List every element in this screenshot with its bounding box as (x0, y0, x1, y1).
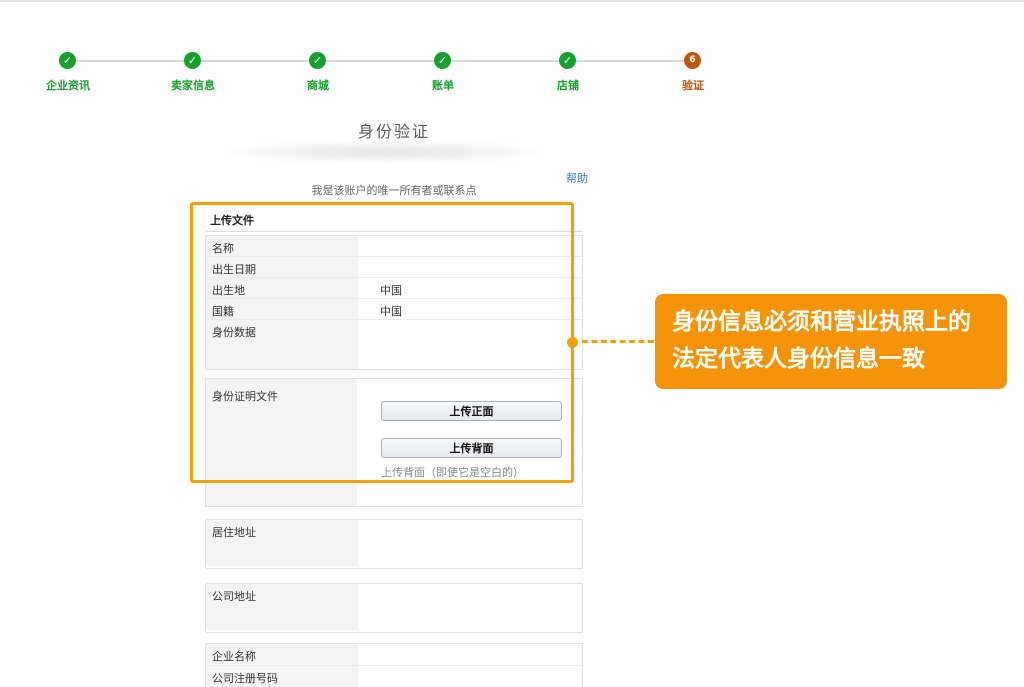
table-row: 公司注册号码 (206, 666, 582, 687)
upload-files-section-header: 上传文件 (205, 206, 583, 232)
field-value-company-registration-number (358, 666, 582, 687)
step-label-marketplace: 商城 (273, 77, 363, 93)
blurred-subtitle (228, 142, 544, 162)
field-label-company-name: 企业名称 (206, 644, 358, 665)
field-label-company-address: 公司地址 (206, 584, 358, 630)
upload-back-note: 上传背面（即使它是空白的） (381, 464, 524, 480)
step-6-number-badge[interactable]: 6 (684, 52, 701, 69)
check-icon: ✓ (188, 54, 197, 67)
step-number: 6 (689, 55, 695, 65)
callout-anchor-dot (567, 337, 578, 348)
step-label-seller-info: 卖家信息 (148, 77, 238, 93)
step-5-check-icon[interactable]: ✓ (559, 52, 576, 69)
field-label-residential-address: 居住地址 (206, 520, 358, 566)
field-value-residential-address (358, 520, 582, 566)
step-label-business-info: 企业资讯 (23, 77, 113, 93)
field-label-birthplace: 出生地 (206, 278, 358, 298)
callout-line-2: 法定代表人身份信息一致 (672, 341, 1007, 378)
identity-match-callout: 身份信息必须和营业执照上的 法定代表人身份信息一致 (655, 294, 1007, 389)
upload-front-button[interactable]: 上传正面 (381, 401, 562, 421)
sole-owner-caption: 我是该账户的唯一所有者或联系点 (105, 182, 683, 198)
company-info-section: 企业名称 公司注册号码 (205, 643, 583, 687)
stepper-connector-line (68, 60, 693, 62)
table-row: 公司地址 (206, 584, 582, 630)
table-row: 企业名称 (206, 644, 582, 666)
field-value-date-of-birth (358, 257, 582, 277)
field-label-identity-proof: 身份证明文件 (206, 379, 357, 506)
table-row: 名称 (206, 236, 582, 257)
callout-line-1: 身份信息必须和营业执照上的 (672, 304, 1007, 341)
field-label-identity-data: 身份数据 (206, 320, 358, 369)
residential-address-section: 居住地址 (205, 519, 583, 569)
table-row: 居住地址 (206, 520, 582, 566)
step-3-check-icon[interactable]: ✓ (309, 52, 326, 69)
field-value-birthplace: 中国 (358, 278, 582, 298)
company-address-section: 公司地址 (205, 583, 583, 633)
field-value-company-name (358, 644, 582, 665)
table-row: 国籍 中国 (206, 299, 582, 320)
field-label-date-of-birth: 出生日期 (206, 257, 358, 277)
callout-dashed-connector (582, 340, 654, 343)
page-title: 身份验证 (205, 118, 583, 142)
step-2-check-icon[interactable]: ✓ (184, 52, 201, 69)
field-label-company-registration-number: 公司注册号码 (206, 666, 358, 687)
check-icon: ✓ (438, 54, 447, 67)
field-value-name (358, 236, 582, 256)
step-label-store: 店铺 (523, 77, 613, 93)
step-label-billing: 账单 (398, 77, 488, 93)
identity-verification-page: ✓ ✓ ✓ ✓ ✓ 6 企业资讯 卖家信息 商城 账单 店铺 验证 身份验证 帮… (0, 0, 1024, 687)
field-value-identity-data (358, 320, 582, 369)
table-row: 出生地 中国 (206, 278, 582, 299)
field-value-nationality: 中国 (358, 299, 582, 319)
identity-proof-section: 身份证明文件 上传正面 上传背面 上传背面（即使它是空白的） (205, 378, 583, 507)
check-icon: ✓ (563, 54, 572, 67)
field-value-company-address (358, 584, 582, 630)
table-row: 出生日期 (206, 257, 582, 278)
step-4-check-icon[interactable]: ✓ (434, 52, 451, 69)
table-row: 身份数据 (206, 320, 582, 369)
top-divider (0, 0, 1024, 2)
step-1-check-icon[interactable]: ✓ (59, 52, 76, 69)
identity-summary-table: 名称 出生日期 出生地 中国 国籍 中国 身份数据 (205, 235, 583, 370)
upload-back-button[interactable]: 上传背面 (381, 438, 562, 458)
check-icon: ✓ (313, 54, 322, 67)
field-label-nationality: 国籍 (206, 299, 358, 319)
field-label-name: 名称 (206, 236, 358, 256)
step-label-verify: 验证 (648, 77, 738, 93)
check-icon: ✓ (63, 54, 72, 67)
